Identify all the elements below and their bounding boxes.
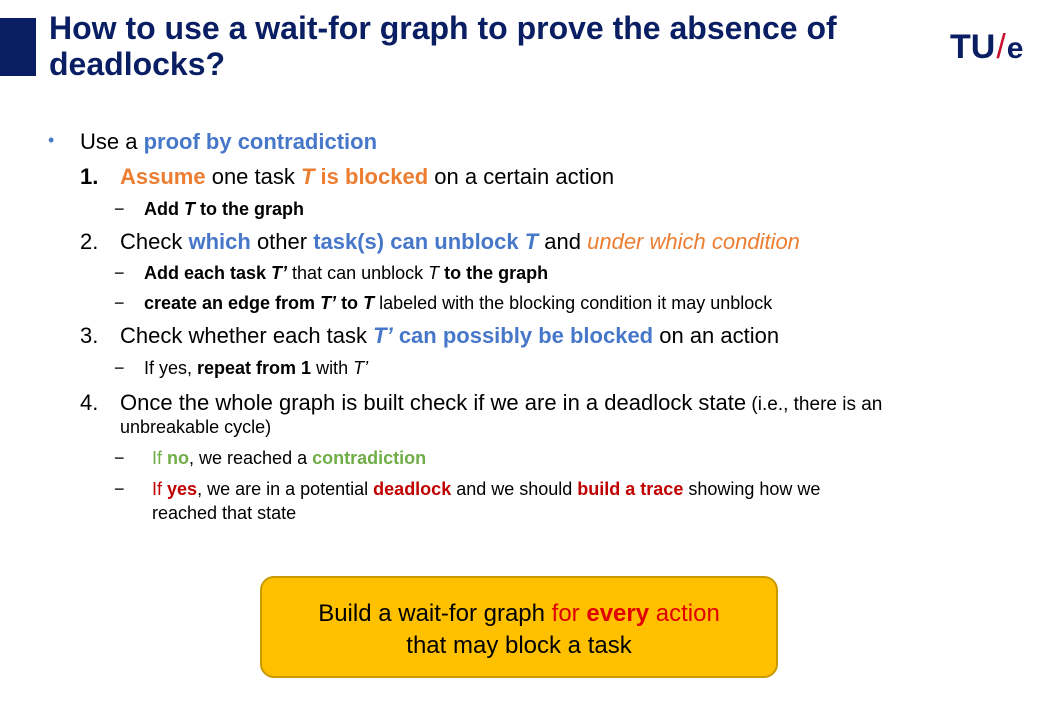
callout-line-1: Build a wait-for graph for every action	[318, 600, 720, 627]
step-3: 3. Check whether each task T’ can possibl…	[80, 323, 780, 348]
step-1-sub-1: − Add T to the graph	[114, 199, 304, 219]
step-2-sub-1: − Add each task T’ that can unblock T to …	[114, 263, 549, 283]
bullet-marker: •	[48, 130, 55, 150]
step-4-cont: unbreakable cycle)	[120, 417, 272, 437]
step-4-sub-2-cont: reached that state	[152, 503, 297, 523]
callout-box: Build a wait-for graph for every action …	[260, 576, 778, 678]
step-2-sub-2: − create an edge from T’ to T labeled wit…	[114, 293, 773, 313]
step-2: 2. Check which other task(s) can unblock …	[80, 229, 800, 254]
step-3-sub-1: − If yes, repeat from 1 with T’	[114, 358, 369, 378]
step-4: 4. Once the whole graph is built check if…	[80, 390, 883, 415]
callout-line-2: that may block a task	[406, 632, 632, 659]
step-4-sub-1: − If no, we reached a contradiction	[114, 448, 427, 468]
bullet-line: Use a proof by contradiction	[80, 129, 378, 154]
step-1: 1. Assume one task T is blocked on a cert…	[80, 164, 615, 189]
proof-highlight: proof by contradiction	[143, 129, 378, 154]
step-4-sub-2: − If yes, we are in a potential deadlock …	[114, 479, 821, 499]
